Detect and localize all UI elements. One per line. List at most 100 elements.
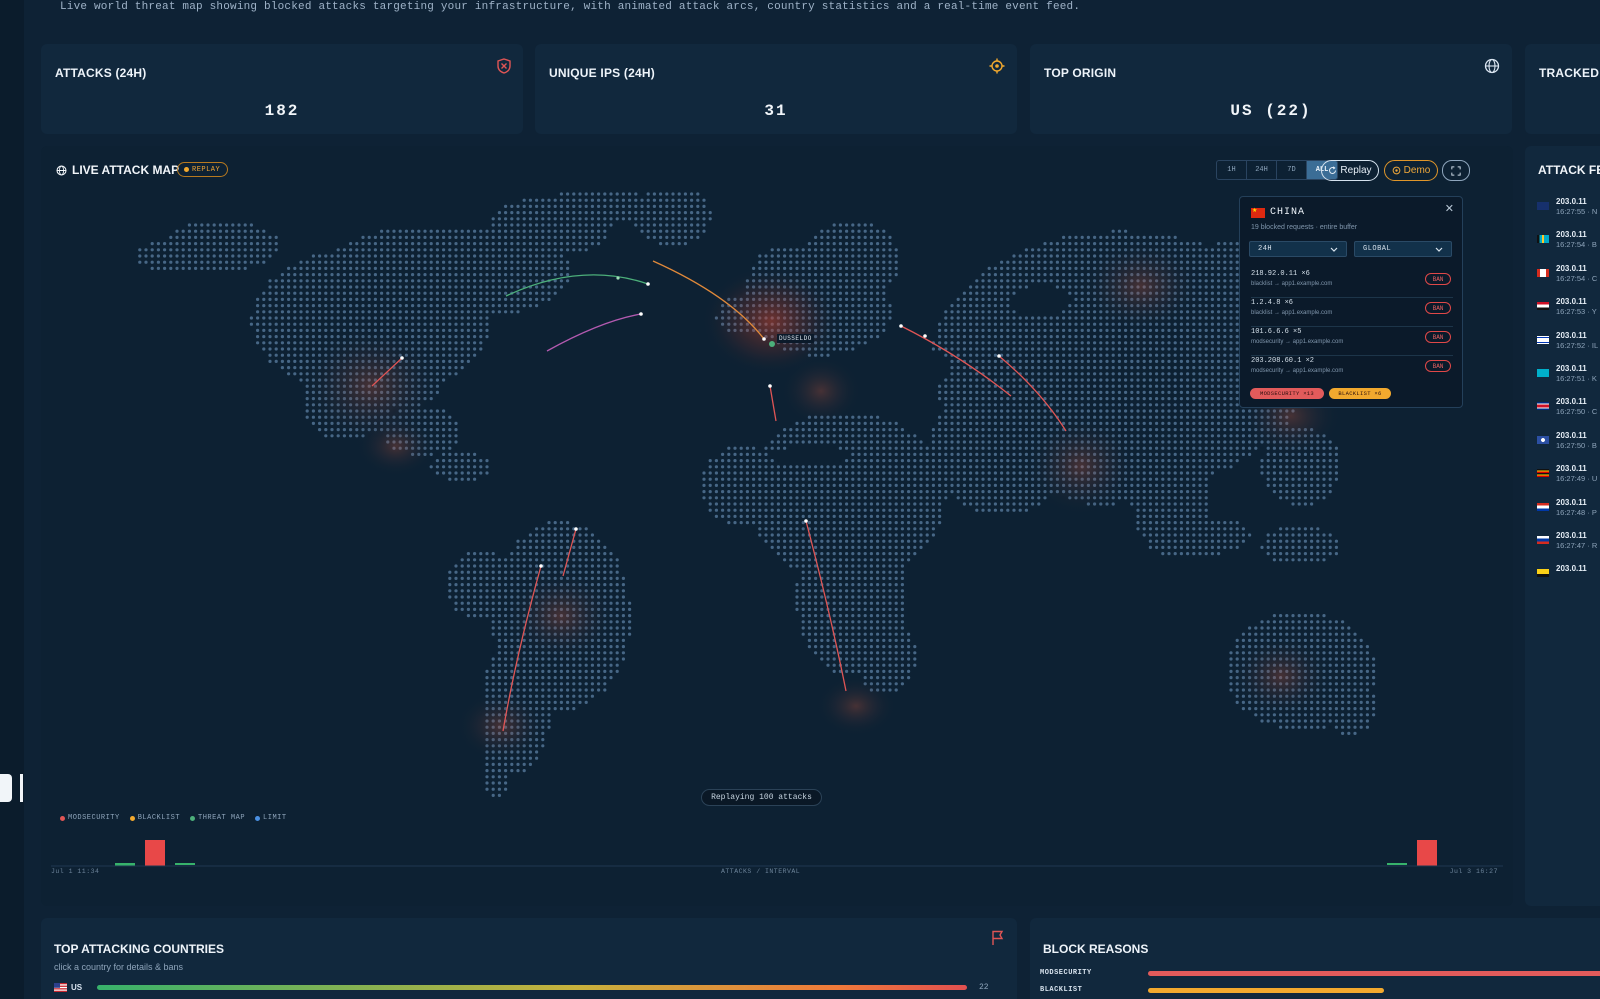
legend-item-modsecurity: MODSECURITY bbox=[60, 814, 120, 822]
popup-ip: 203.208.60.1 ×2 bbox=[1251, 357, 1315, 365]
page-subtitle: Live world threat map showing blocked at… bbox=[60, 1, 1081, 13]
legend-item-limit: LIMIT bbox=[255, 814, 287, 822]
feed-item[interactable]: 203.0.11 16:27:47 · R bbox=[1537, 529, 1600, 553]
block-reason-label: MODSECURITY bbox=[1040, 969, 1092, 977]
histogram bbox=[115, 840, 1437, 866]
feed-ip: 203.0.11 bbox=[1556, 330, 1587, 340]
top-countries-subtitle: click a country for details & bans bbox=[54, 962, 184, 972]
feed-ip: 203.0.11 bbox=[1556, 197, 1587, 206]
china-flag-icon: ★ bbox=[1251, 208, 1265, 218]
legend-item-blacklist: BLACKLIST bbox=[129, 814, 180, 822]
replaying-status: Replaying 100 attacks bbox=[701, 789, 822, 806]
ban-button[interactable]: BAN bbox=[1425, 331, 1451, 343]
feed-item[interactable]: 203.0.11 16:27:54 · C bbox=[1537, 262, 1600, 286]
arc-endpoints bbox=[400, 276, 1001, 568]
stat-value: US (22) bbox=[1230, 102, 1312, 120]
timeline-start-label: Jul 1 11:34 bbox=[51, 868, 100, 875]
country-row-us[interactable]: US 22 bbox=[54, 982, 1004, 994]
feed-item[interactable]: 203.0.11 16:27:49 · U bbox=[1537, 462, 1600, 486]
ban-button[interactable]: BAN bbox=[1425, 273, 1451, 285]
popup-time-select[interactable]: 24H bbox=[1249, 241, 1347, 257]
replay-status-badge: REPLAY bbox=[177, 162, 229, 177]
feed-ip: 203.0.11 bbox=[1556, 397, 1587, 407]
replay-badge-label: REPLAY bbox=[192, 165, 221, 174]
chevron-down-icon bbox=[1330, 247, 1338, 252]
top-countries-title: TOP ATTACKING COUNTRIES bbox=[54, 942, 225, 956]
stat-value: 182 bbox=[264, 102, 300, 120]
tab-24h[interactable]: 24H bbox=[1247, 161, 1277, 179]
feed-ip: 203.0.11 bbox=[1556, 564, 1587, 574]
feed-ip: 203.0.11 bbox=[1556, 263, 1587, 273]
feed-item[interactable]: 203.0.11 16:27:52 · IL bbox=[1537, 329, 1600, 353]
feed-item[interactable]: 203.0.11 16:27:50 · B bbox=[1537, 429, 1600, 453]
block-reason-bar-modsecurity bbox=[1148, 971, 1600, 976]
feed-time: 16:27:53 · Y bbox=[1556, 307, 1597, 317]
map-legend: MODSECURITY BLACKLIST THREAT MAP LIMIT bbox=[60, 814, 287, 822]
popup-country-name: CHINA bbox=[1270, 207, 1306, 218]
block-reasons-title: BLOCK REASONS bbox=[1043, 942, 1149, 956]
feed-time: 16:27:50 · B bbox=[1556, 440, 1597, 450]
yellow-flag-icon bbox=[1537, 569, 1549, 578]
feed-item[interactable]: 203.0.11 16:27:55 · N bbox=[1537, 195, 1600, 219]
left-rail bbox=[0, 0, 24, 999]
popup-source: modsecurity → app1.example.com bbox=[1251, 339, 1344, 345]
feed-title: ATTACK FEE bbox=[1538, 163, 1600, 177]
stat-title: UNIQUE IPS (24H) bbox=[549, 66, 655, 80]
demo-button[interactable]: Demo bbox=[1384, 160, 1438, 181]
globe-icon bbox=[56, 164, 67, 176]
tab-7d[interactable]: 7D bbox=[1277, 161, 1307, 179]
feed-time: 16:27:54 · B bbox=[1556, 240, 1597, 250]
fullscreen-button[interactable] bbox=[1442, 160, 1470, 181]
map-title-text: LIVE ATTACK MAP bbox=[72, 163, 180, 177]
replay-button-label: Replay bbox=[1340, 165, 1372, 176]
country-popup: ★ CHINA ✕ 19 blocked requests · entire b… bbox=[1239, 196, 1463, 408]
live-attack-map-card: LIVE ATTACK MAP REPLAY 1H 24H 7D ALL Rep… bbox=[41, 146, 1513, 906]
feed-ip: 203.0.11 bbox=[1556, 364, 1587, 373]
country-code: US bbox=[71, 983, 83, 992]
time-range-tabs: 1H 24H 7D ALL bbox=[1216, 160, 1338, 180]
feed-item[interactable]: 203.0.11 16:27:48 · P bbox=[1537, 496, 1600, 520]
blacklist-count-chip: BLACKLIST ×6 bbox=[1329, 388, 1391, 399]
country-bar bbox=[97, 985, 967, 990]
feed-time: 16:27:48 · P bbox=[1556, 507, 1597, 517]
sidebar-toggle-handle[interactable] bbox=[0, 774, 12, 802]
feed-item[interactable]: 203.0.11 bbox=[1537, 562, 1600, 586]
feed-time: 16:27:51 · K bbox=[1556, 374, 1597, 383]
canada-flag-icon bbox=[1537, 268, 1549, 277]
feed-item[interactable]: 203.0.11 16:27:53 · Y bbox=[1537, 295, 1600, 319]
chevron-down-icon bbox=[1435, 247, 1443, 252]
ban-button[interactable]: BAN bbox=[1425, 302, 1451, 314]
tab-1h[interactable]: 1H bbox=[1217, 161, 1247, 179]
ban-button[interactable]: BAN bbox=[1425, 360, 1451, 372]
popup-scope-select[interactable]: GLOBAL bbox=[1354, 241, 1452, 257]
popup-ip: 101.6.6.6 ×5 bbox=[1251, 328, 1302, 336]
top-countries-card: TOP ATTACKING COUNTRIES click a country … bbox=[41, 918, 1017, 999]
popup-ip: 1.2.4.8 ×6 bbox=[1251, 299, 1294, 307]
status-dot bbox=[184, 167, 189, 172]
popup-ip-row: 1.2.4.8 ×6 blacklist → app1.example.com … bbox=[1251, 299, 1453, 327]
feed-item[interactable]: 203.0.11 16:27:54 · B bbox=[1537, 228, 1600, 252]
feed-item[interactable]: 203.0.11 16:27:50 · C bbox=[1537, 395, 1600, 419]
bluecircle-flag-icon bbox=[1537, 435, 1549, 444]
popup-source: blacklist → app1.example.com bbox=[1251, 281, 1333, 287]
popup-source: modsecurity → app1.example.com bbox=[1251, 368, 1344, 374]
bahamas-flag-icon bbox=[1537, 235, 1549, 244]
sidebar-toggle-bar[interactable] bbox=[20, 774, 23, 802]
attack-feed-panel: ATTACK FEE 203.0.1116:27:55 · N203.0.111… bbox=[1525, 146, 1600, 906]
close-icon[interactable]: ✕ bbox=[1445, 202, 1454, 215]
popup-ip-row: 101.6.6.6 ×5 modsecurity → app1.example.… bbox=[1251, 328, 1453, 356]
feed-time: 16:27:49 · U bbox=[1556, 474, 1598, 484]
feed-ip: 203.0.11 bbox=[1556, 464, 1587, 474]
us-flag-icon bbox=[54, 983, 67, 992]
expand-icon bbox=[1451, 165, 1461, 176]
popup-time-select-value: 24H bbox=[1258, 245, 1273, 253]
feed-item[interactable]: 203.0.11 16:27:51 · K bbox=[1537, 362, 1600, 386]
stat-card-top-origin: TOP ORIGIN US (22) bbox=[1030, 44, 1512, 134]
stat-value: 31 bbox=[764, 102, 788, 120]
block-reason-label: BLACKLIST bbox=[1040, 986, 1083, 994]
replay-button[interactable]: Replay bbox=[1321, 160, 1379, 181]
globe-icon bbox=[1484, 58, 1500, 74]
uganda-flag-icon bbox=[1537, 469, 1549, 478]
stat-title: TOP ORIGIN bbox=[1044, 66, 1117, 80]
popup-ip: 218.92.0.11 ×6 bbox=[1251, 270, 1310, 278]
